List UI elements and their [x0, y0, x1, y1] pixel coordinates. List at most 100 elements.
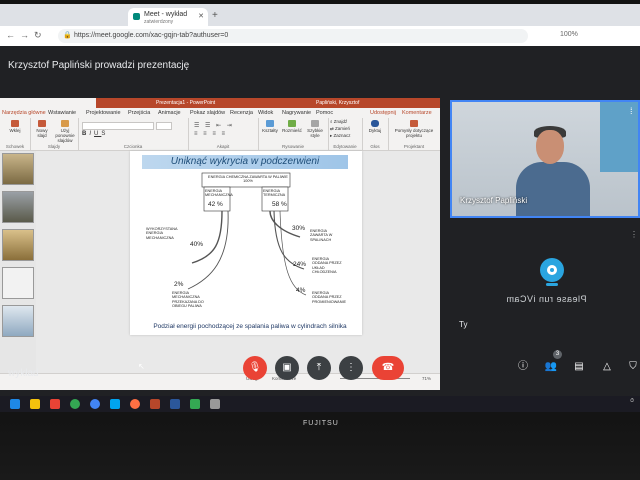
- shapes-button[interactable]: Kształty: [260, 120, 280, 133]
- group-label-slides: Slajdy: [47, 144, 61, 149]
- slide-thumbnail[interactable]: [2, 191, 34, 223]
- slide-thumbnail[interactable]: [2, 305, 34, 337]
- meeting-details-icon[interactable]: ⓘ: [516, 360, 530, 374]
- slide-thumbnail[interactable]: [2, 153, 34, 185]
- align-buttons[interactable]: ≡ ≡ ≡ ≡: [194, 131, 227, 137]
- meeting-name: wykład: [8, 368, 39, 379]
- paste-button[interactable]: Wklej: [4, 120, 26, 133]
- design-ideas-button[interactable]: Pomysły dotyczące projektu: [390, 120, 438, 138]
- reload-icon[interactable]: ↻: [34, 30, 42, 41]
- ivcam-message: Please run iVCam: [506, 294, 587, 304]
- slide-thumbnails: [0, 151, 36, 373]
- participant-count-badge: 3: [553, 350, 562, 359]
- edge-icon[interactable]: [90, 399, 100, 409]
- group-label-clipboard: Schowek: [5, 144, 25, 149]
- participant-head: [536, 130, 564, 164]
- meet-stage: Krzysztof Papliński prowadzi prezentację…: [0, 46, 640, 412]
- speaking-indicator-icon: ⁞: [630, 106, 633, 116]
- tab-help[interactable]: Pomoc: [316, 108, 333, 118]
- store-icon[interactable]: [50, 399, 60, 409]
- current-slide[interactable]: Uniknąć wykrycia w podczerwieni ENERGIA: [130, 151, 362, 335]
- group-label-drawing: Rysowanie: [281, 144, 304, 149]
- teams-icon[interactable]: [110, 399, 120, 409]
- radiation-label: ENERGIA ODDANA PRZEZ PROMIENIOWANIE: [312, 291, 347, 304]
- font-format-buttons[interactable]: BIUS: [82, 131, 108, 137]
- browser-tab-meet[interactable]: Meet - wykład zatwierdzony ✕: [128, 8, 208, 26]
- share-button[interactable]: Udostępnij: [370, 108, 396, 118]
- chrome-icon[interactable]: [70, 399, 80, 409]
- slide-thumbnail[interactable]: [2, 229, 34, 261]
- flow-radiation: [279, 210, 307, 296]
- dictate-button[interactable]: Dyktuj: [364, 120, 386, 133]
- chat-icon[interactable]: ▤: [572, 360, 586, 374]
- close-tab-icon[interactable]: ✕: [198, 13, 204, 20]
- tab-recording[interactable]: Nagrywanie: [282, 108, 311, 118]
- app-icon[interactable]: [210, 399, 220, 409]
- new-tab-icon[interactable]: +: [212, 10, 218, 21]
- select-button[interactable]: ▸ Zaznacz: [330, 133, 360, 139]
- file-explorer-icon[interactable]: [30, 399, 40, 409]
- font-family-select[interactable]: [82, 122, 154, 130]
- tab-animations[interactable]: Animacje: [158, 108, 181, 118]
- screen: Meet - wykład zatwierdzony ✕ + ← → ↻ 🔒 h…: [0, 4, 640, 412]
- present-button[interactable]: ⤒: [307, 356, 331, 380]
- participant-video-tile[interactable]: Krzysztof Papliński ⁞: [450, 100, 640, 218]
- group-label-font: Czcionka: [123, 144, 143, 149]
- group-designer: Pomysły dotyczące projektu Projektant: [388, 118, 440, 150]
- arrange-button[interactable]: Rozmieść: [282, 120, 302, 133]
- url-field[interactable]: 🔒 https://meet.google.com/xac-gqjn-tab?a…: [58, 29, 528, 43]
- video-background-cabinet: [600, 102, 638, 172]
- participant-body: [516, 162, 590, 216]
- status-zoom[interactable]: 71%: [422, 374, 431, 384]
- activities-icon[interactable]: △: [600, 360, 614, 374]
- slide-thumbnail[interactable]: [2, 267, 34, 299]
- firefox-icon[interactable]: [130, 399, 140, 409]
- lock-icon: 🔒: [63, 32, 72, 39]
- ivcam-logo-icon: [540, 258, 566, 288]
- top-box-label: ENERGIA CHEMICZNA ZAWARTA W PALIWIE 100%: [208, 175, 288, 184]
- end-call-button[interactable]: ☎: [372, 356, 404, 380]
- quick-styles-button[interactable]: Szybkie style: [304, 120, 326, 138]
- group-label-editing: Edytowanie: [333, 144, 357, 149]
- tab-review[interactable]: Recenzja: [230, 108, 253, 118]
- tab-design[interactable]: Projektowanie: [86, 108, 121, 118]
- tab-insert[interactable]: Wstawianie: [48, 108, 76, 118]
- find-button[interactable]: ⌕ Znajdź: [330, 119, 360, 124]
- list-buttons[interactable]: ☰ ☰ ⇤ ⇥: [194, 122, 234, 129]
- start-icon[interactable]: [10, 399, 20, 409]
- tab-transitions[interactable]: Przejścia: [128, 108, 150, 118]
- powerpoint-icon[interactable]: [150, 399, 160, 409]
- group-editing: ⌕ Znajdź ⇄ Zamień ▸ Zaznacz Edytowanie: [328, 118, 363, 150]
- replace-button[interactable]: ⇄ Zamień: [330, 126, 360, 132]
- mic-off-button[interactable]: 🎙: [243, 356, 267, 380]
- group-font: BIUS Czcionka: [78, 118, 189, 150]
- right-box-label: ENERGIA TERMICZNA: [263, 189, 286, 198]
- meet-favicon-icon: [133, 13, 140, 20]
- tab-view[interactable]: Widok: [258, 108, 273, 118]
- group-clipboard: Wklej Schowek: [0, 118, 31, 150]
- monitor: Meet - wykład zatwierdzony ✕ + ← → ↻ 🔒 h…: [0, 0, 640, 480]
- group-slides: Nowy slajd Użyj ponownie slajdów Slajdy: [30, 118, 79, 150]
- reuse-slides-button[interactable]: Użyj ponownie slajdów: [54, 120, 76, 143]
- right-box-percent: 58 %: [272, 201, 287, 208]
- pin-icon[interactable]: ⋮: [630, 230, 638, 239]
- shared-screen-powerpoint: Prezentacja1 - PowerPoint Papliński, Krz…: [0, 98, 440, 390]
- camera-button[interactable]: ▣: [275, 356, 299, 380]
- ppt-user-name: Papliński, Krzysztof: [316, 100, 360, 106]
- group-voice: Dyktuj Głos: [362, 118, 389, 150]
- font-size-select[interactable]: [156, 122, 172, 130]
- word-icon[interactable]: [170, 399, 180, 409]
- people-icon[interactable]: 👥: [544, 360, 558, 374]
- left-box-percent: 42 %: [208, 201, 223, 208]
- back-icon[interactable]: ←: [6, 30, 15, 40]
- app-icon[interactable]: [190, 399, 200, 409]
- flow-mechanical-out: [191, 210, 223, 264]
- forward-icon[interactable]: →: [20, 30, 29, 40]
- more-options-button[interactable]: ⋮: [339, 356, 363, 380]
- clock-icon: ⏱: [630, 398, 634, 404]
- comments-button[interactable]: Komentarze: [402, 108, 432, 118]
- host-controls-icon[interactable]: ⛉: [626, 360, 640, 374]
- presenter-banner: Krzysztof Papliński prowadzi prezentację: [8, 60, 190, 71]
- tab-slideshow[interactable]: Pokaz slajdów: [190, 108, 225, 118]
- new-slide-button[interactable]: Nowy slajd: [32, 120, 52, 138]
